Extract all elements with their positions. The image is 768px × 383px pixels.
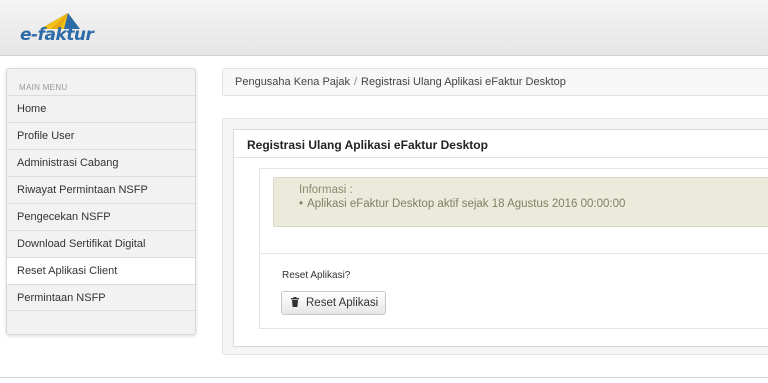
- breadcrumb-item-current: Registrasi Ulang Aplikasi eFaktur Deskto…: [361, 76, 566, 88]
- reset-button-label: Reset Aplikasi: [306, 297, 379, 309]
- trash-icon: [291, 297, 299, 307]
- menu-item-reset-aplikasi-client[interactable]: Reset Aplikasi Client: [7, 257, 195, 284]
- app-header: e-faktur: [0, 0, 768, 56]
- info-alert: Informasi : • Aplikasi eFaktur Desktop ak…: [273, 177, 768, 227]
- breadcrumb: Pengusaha Kena Pajak / Registrasi Ulang Ap…: [222, 68, 768, 96]
- menu-item-download-sertifikat-digital[interactable]: Download Sertifikat Digital: [7, 230, 195, 257]
- footer-divider: [0, 377, 768, 378]
- main-menu-heading: MAIN MENU: [19, 83, 68, 92]
- menu-item-riwayat-permintaan-nsfp[interactable]: Riwayat Permintaan NSFP: [7, 176, 195, 203]
- reset-aplikasi-button[interactable]: Reset Aplikasi: [281, 291, 386, 315]
- menu-item-profile-user[interactable]: Profile User: [7, 122, 195, 149]
- main-menu: MAIN MENU Home Profile User Administrasi…: [6, 68, 196, 335]
- logo-text: e-faktur: [20, 25, 94, 45]
- breadcrumb-item-pengusaha-kena-pajak[interactable]: Pengusaha Kena Pajak: [235, 76, 350, 88]
- info-section: Informasi : • Aplikasi eFaktur Desktop ak…: [259, 168, 768, 254]
- panel-title: Registrasi Ulang Aplikasi eFaktur Deskto…: [234, 130, 768, 158]
- menu-item-permintaan-nsfp[interactable]: Permintaan NSFP: [7, 284, 195, 311]
- info-item-text: Aplikasi eFaktur Desktop aktif sejak 18 …: [307, 198, 626, 210]
- menu-item-administrasi-cabang[interactable]: Administrasi Cabang: [7, 149, 195, 176]
- breadcrumb-separator: /: [353, 76, 358, 88]
- menu-item-pengecekan-nsfp[interactable]: Pengecekan NSFP: [7, 203, 195, 230]
- info-heading: Informasi :: [299, 184, 353, 196]
- info-item: • Aplikasi eFaktur Desktop aktif sejak 18…: [299, 198, 768, 210]
- content-panel-body: Registrasi Ulang Aplikasi eFaktur Deskto…: [233, 129, 768, 347]
- menu-item-home[interactable]: Home: [7, 95, 195, 122]
- reset-section: Reset Aplikasi? Reset Aplikasi: [259, 254, 768, 329]
- reset-question: Reset Aplikasi?: [282, 270, 351, 281]
- content-panel: Registrasi Ulang Aplikasi eFaktur Deskto…: [222, 118, 768, 355]
- bullet-icon: •: [299, 198, 304, 210]
- efaktur-logo[interactable]: e-faktur: [16, 8, 96, 48]
